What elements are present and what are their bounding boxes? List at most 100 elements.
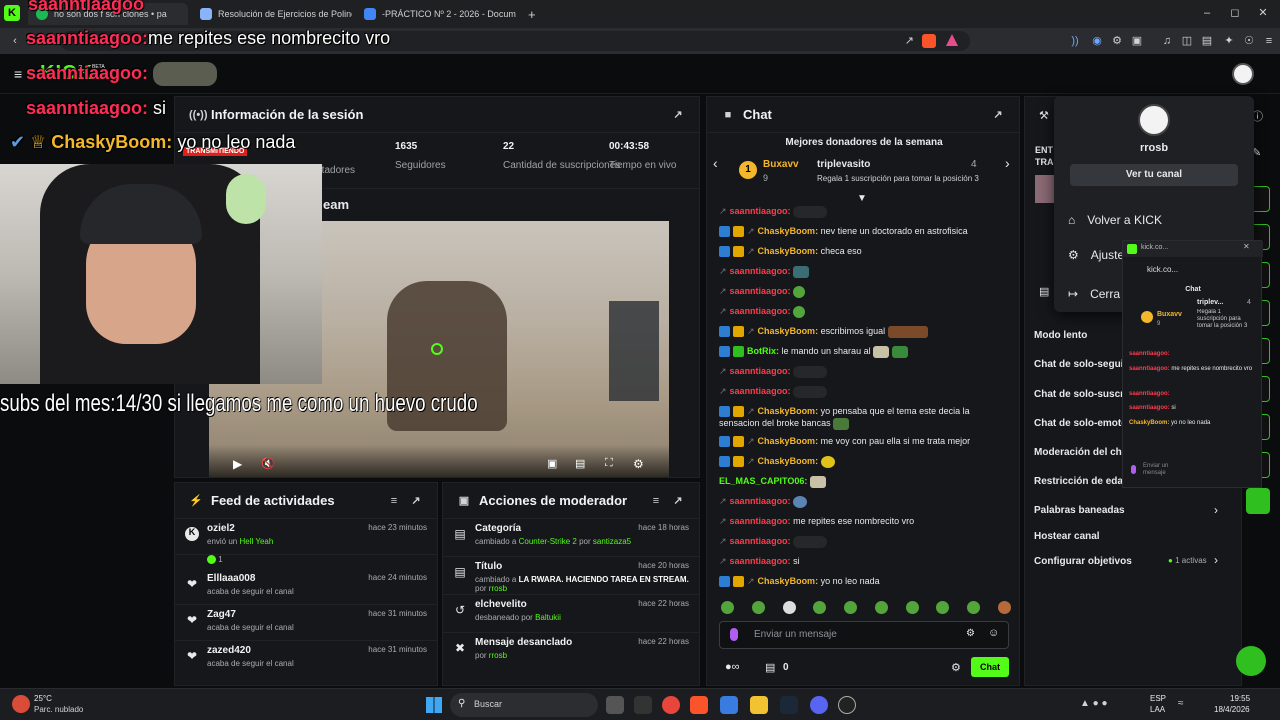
new-tab-button[interactable]: +	[520, 3, 540, 25]
prev-arrow-icon[interactable]: ‹	[713, 155, 718, 171]
back-icon[interactable]: ‹	[8, 34, 22, 48]
media-icon[interactable]: ♫	[1160, 34, 1174, 48]
discord-icon[interactable]	[810, 696, 828, 714]
emote-button[interactable]	[936, 601, 950, 614]
donor-name[interactable]: Buxavv	[763, 159, 799, 170]
theater-icon[interactable]: ▤	[575, 457, 585, 470]
translate-icon[interactable]: ⚙	[966, 628, 975, 639]
hamburger-icon[interactable]: ≡	[14, 66, 22, 82]
emote-button[interactable]	[905, 601, 919, 614]
points-icon[interactable]: ●∞	[725, 661, 740, 673]
explorer-icon[interactable]	[750, 696, 768, 714]
chat-send-button[interactable]: Chat	[971, 657, 1009, 677]
weather-icon[interactable]	[12, 695, 30, 713]
chrome-icon[interactable]	[662, 696, 680, 714]
lightning-icon: ⚡	[189, 495, 203, 507]
setting-chat-moderation[interactable]: Moderación del cha	[1034, 447, 1124, 458]
filter-icon[interactable]: ≡	[387, 495, 401, 507]
gift-icon[interactable]: ▤	[765, 661, 775, 674]
next-arrow-icon[interactable]: ›	[1005, 155, 1010, 171]
tab-documento[interactable]: -PRÁCTICO Nº 2 - 2026 - Documenta	[356, 3, 516, 25]
fullscreen-icon[interactable]: ⛶	[605, 457, 613, 470]
emote-button[interactable]	[997, 601, 1011, 614]
chat-settings-icon[interactable]: ⚙	[951, 661, 961, 674]
feed-user[interactable]: Zag47	[207, 609, 236, 620]
vpn-icon[interactable]: ☉	[1242, 34, 1256, 48]
steam-icon[interactable]	[780, 696, 798, 714]
wallet-icon[interactable]: ▤	[1200, 34, 1214, 48]
start-icon[interactable]	[426, 697, 442, 713]
lang-bottom[interactable]: LAA	[1150, 705, 1165, 714]
clock-time[interactable]: 19:55	[1230, 694, 1250, 703]
chat-message: ↗ ChaskyBoom: yo no leo nada	[719, 575, 1015, 588]
setting-host-channel[interactable]: Hostear canal	[1034, 531, 1234, 542]
popout-icon[interactable]: ↗	[671, 108, 685, 121]
brave-rewards-icon[interactable]	[946, 34, 958, 46]
setting-banned-words[interactable]: Palabras baneadas	[1034, 505, 1234, 516]
sidebar-icon[interactable]: ◫	[1180, 34, 1194, 48]
clock-date[interactable]: 18/4/2026	[1214, 705, 1250, 714]
emote-button[interactable]	[874, 601, 888, 614]
stat-value: 22	[503, 141, 515, 152]
emote-button[interactable]	[782, 601, 796, 614]
feed-user[interactable]: zazed420	[207, 645, 251, 656]
obs-icon[interactable]	[838, 696, 856, 714]
leo-icon[interactable]: ✦	[1222, 34, 1236, 48]
popup-input[interactable]: Enviar un mensaje	[1129, 463, 1257, 477]
support-chat-button[interactable]	[1236, 646, 1266, 676]
task-view-icon[interactable]	[606, 696, 624, 714]
feed-user[interactable]: oziel2	[207, 523, 235, 534]
popout-icon[interactable]: ↗	[671, 494, 685, 507]
emoji-icon[interactable]: ☺	[988, 627, 999, 639]
screenshot-icon[interactable]: ▣	[1130, 34, 1144, 48]
donor-name[interactable]: triplevasito	[817, 159, 870, 170]
popout-icon[interactable]: ↗	[409, 494, 423, 507]
epic-games-icon[interactable]	[634, 696, 652, 714]
avatar[interactable]	[1232, 63, 1254, 85]
setting-followers-only[interactable]: Chat de solo-segui	[1034, 359, 1124, 370]
mute-icon[interactable]: 🔇	[261, 457, 275, 470]
view-channel-button[interactable]: Ver tu canal	[1070, 164, 1238, 186]
emote-button[interactable]	[844, 601, 858, 614]
maximize-icon[interactable]: ◻	[1228, 6, 1242, 20]
store-icon[interactable]	[720, 696, 738, 714]
wifi-icon[interactable]: ≈	[1178, 698, 1184, 709]
pip-icon[interactable]: ▣	[547, 457, 557, 470]
extension-icon[interactable]: ⚙	[1110, 34, 1124, 48]
chevron-right-icon: ›	[1214, 503, 1218, 517]
emote-button[interactable]	[721, 601, 734, 614]
lang-top[interactable]: ESP	[1150, 694, 1166, 703]
popup-close-icon[interactable]: ✕	[1243, 242, 1250, 251]
speech-icon[interactable]: ))	[1068, 34, 1082, 48]
feed-user[interactable]: Elllaaa008	[207, 573, 255, 584]
popout-icon[interactable]: ↗	[991, 108, 1005, 121]
tray-icons[interactable]: ▲ ● ●	[1080, 698, 1108, 709]
chat-message: ↗ ChaskyBoom: yo pensaba que el tema este…	[719, 405, 1015, 418]
mod-action[interactable]: elchevelito	[475, 599, 527, 610]
emote-button[interactable]	[751, 601, 765, 614]
brave-icon[interactable]	[690, 696, 708, 714]
extension-icon[interactable]: ◉	[1090, 34, 1104, 48]
share-icon[interactable]: ↗	[905, 34, 914, 47]
menu-back-to-kick[interactable]: ⌂ Volver a KICK	[1054, 206, 1254, 234]
taskbar-search[interactable]: ⚲ Buscar	[450, 693, 598, 717]
tab-polinomios[interactable]: Resolución de Ejercicios de Polinomi	[192, 3, 352, 25]
setting-age-restriction[interactable]: Restricción de edad	[1034, 476, 1124, 487]
play-icon[interactable]: ▶	[233, 457, 242, 471]
brave-shield-icon[interactable]	[922, 34, 936, 48]
chat-input[interactable]: Enviar un mensaje ⚙ ☺	[719, 621, 1009, 649]
setting-emotes-only[interactable]: Chat de solo-emote	[1034, 418, 1124, 429]
emote-button[interactable]	[813, 601, 827, 614]
emote-button[interactable]	[967, 601, 981, 614]
donor-cta[interactable]: Regala 1 suscripción para tomar la posic…	[817, 174, 979, 183]
mic-icon[interactable]	[730, 628, 738, 641]
collapse-icon[interactable]: ▼	[857, 193, 867, 204]
menu-icon[interactable]: ≡	[1262, 34, 1276, 48]
filter-icon[interactable]: ≡	[649, 495, 663, 507]
settings-icon[interactable]: ⚙	[633, 457, 644, 471]
setting-subs-only[interactable]: Chat de solo-suscr	[1034, 389, 1124, 400]
kick-favicon[interactable]: K	[4, 5, 20, 21]
minimize-icon[interactable]: –	[1200, 6, 1214, 20]
toggle-button[interactable]	[1246, 488, 1270, 514]
close-icon[interactable]: ✕	[1256, 6, 1270, 20]
